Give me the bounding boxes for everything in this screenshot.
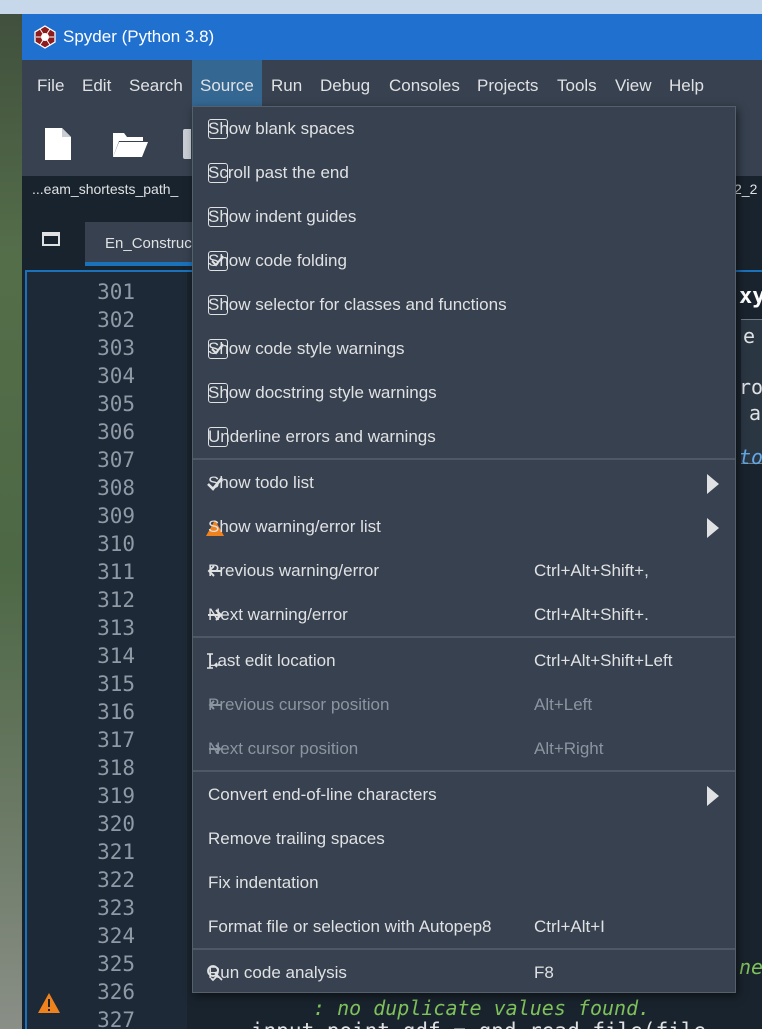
menu-item-show-indent-guides[interactable]: Show indent guides bbox=[193, 195, 735, 239]
line-number: 301 bbox=[97, 280, 135, 304]
menu-item-show-docstring-warnings[interactable]: Show docstring style warnings bbox=[193, 371, 735, 415]
tab-en-construc[interactable]: En_Construc bbox=[85, 222, 205, 266]
spyder-logo-icon bbox=[34, 25, 56, 49]
menu-debug[interactable]: Debug bbox=[312, 60, 378, 112]
line-number: 306 bbox=[97, 420, 135, 444]
menu-item-previous-cursor-position[interactable]: Previous cursor position Alt+Left bbox=[193, 683, 735, 727]
browse-tabs-icon[interactable] bbox=[42, 232, 60, 246]
line-number: 315 bbox=[97, 672, 135, 696]
line-number: 324 bbox=[97, 924, 135, 948]
menu-bar: File Edit Search Source Run Debug Consol… bbox=[22, 60, 762, 112]
menu-projects[interactable]: Projects bbox=[469, 60, 546, 112]
line-number: 318 bbox=[97, 756, 135, 780]
line-number: 304 bbox=[97, 364, 135, 388]
menu-view[interactable]: View bbox=[607, 60, 660, 112]
menu-shortcut: F8 bbox=[534, 963, 554, 982]
menu-shortcut: Ctrl+Alt+Shift+Left bbox=[534, 651, 673, 670]
menu-item-remove-trailing-spaces[interactable]: Remove trailing spaces bbox=[193, 817, 735, 861]
menu-run[interactable]: Run bbox=[263, 60, 310, 112]
menu-item-show-warning-error-list[interactable]: Show warning/error list bbox=[193, 505, 735, 549]
line-number: 310 bbox=[97, 532, 135, 556]
menu-source[interactable]: Source bbox=[192, 60, 262, 112]
file-path-right[interactable]: 2_2 bbox=[734, 181, 757, 197]
line-number: 321 bbox=[97, 840, 135, 864]
menu-search[interactable]: Search bbox=[121, 60, 191, 112]
open-file-button[interactable] bbox=[110, 124, 150, 164]
line-number: 322 bbox=[97, 868, 135, 892]
menu-shortcut: Ctrl+Alt+Shift+, bbox=[534, 561, 649, 580]
menu-edit[interactable]: Edit bbox=[74, 60, 119, 112]
submenu-arrow-icon bbox=[707, 474, 719, 494]
line-number: 326 bbox=[97, 980, 135, 1004]
menu-shortcut: Alt+Left bbox=[534, 695, 593, 714]
title-bar: Spyder (Python 3.8) bbox=[22, 14, 762, 60]
menu-separator bbox=[193, 636, 735, 638]
menu-item-show-selector[interactable]: Show selector for classes and functions bbox=[193, 283, 735, 327]
menu-item-scroll-past-end[interactable]: Scroll past the end bbox=[193, 151, 735, 195]
menu-separator bbox=[193, 458, 735, 460]
menu-item-fix-indentation[interactable]: Fix indentation bbox=[193, 861, 735, 905]
menu-shortcut: Ctrl+Alt+Shift+. bbox=[534, 605, 649, 624]
menu-separator bbox=[193, 948, 735, 950]
line-number: 317 bbox=[97, 728, 135, 752]
line-number: 307 bbox=[97, 448, 135, 472]
menu-file[interactable]: File bbox=[29, 60, 72, 112]
code-fragment: tod bbox=[739, 445, 762, 469]
menu-item-last-edit-location[interactable]: Last edit location Ctrl+Alt+Shift+Left bbox=[193, 639, 735, 683]
line-number: 311 bbox=[97, 560, 135, 584]
menu-item-show-code-style-warnings[interactable]: Show code style warnings bbox=[193, 327, 735, 371]
open-folder-icon bbox=[113, 133, 148, 157]
warning-icon[interactable] bbox=[37, 992, 61, 1014]
code-fragment: e bbox=[743, 324, 756, 348]
new-file-button[interactable] bbox=[38, 124, 78, 164]
menu-item-convert-eol[interactable]: Convert end-of-line characters bbox=[193, 773, 735, 817]
menu-help[interactable]: Help bbox=[661, 60, 712, 112]
menu-item-previous-warning[interactable]: Previous warning/error Ctrl+Alt+Shift+, bbox=[193, 549, 735, 593]
menu-item-run-code-analysis[interactable]: Run code analysis F8 bbox=[193, 951, 735, 995]
code-fragment: xy bbox=[739, 284, 762, 309]
code-comment: : no duplicate values found. bbox=[313, 996, 651, 1020]
line-number: 312 bbox=[97, 588, 135, 612]
menu-item-format-autopep8[interactable]: Format file or selection with Autopep8 C… bbox=[193, 905, 735, 949]
code-fragment: a bbox=[749, 401, 762, 425]
file-path-left[interactable]: ...eam_shortests_path_ bbox=[32, 181, 178, 197]
menu-consoles[interactable]: Consoles bbox=[381, 60, 468, 112]
menu-item-show-blank-spaces[interactable]: Show blank spaces bbox=[193, 107, 735, 151]
submenu-arrow-icon bbox=[707, 518, 719, 538]
code-fragment: ned bbox=[739, 955, 762, 979]
menu-separator bbox=[193, 770, 735, 772]
code-fragment: ro bbox=[739, 375, 762, 399]
source-menu-dropdown: Show blank spaces Scroll past the end Sh… bbox=[192, 106, 736, 993]
menu-item-next-cursor-position[interactable]: Next cursor position Alt+Right bbox=[193, 727, 735, 771]
window-title: Spyder (Python 3.8) bbox=[63, 27, 215, 46]
line-number: 305 bbox=[97, 392, 135, 416]
menu-item-underline-errors[interactable]: Underline errors and warnings bbox=[193, 415, 735, 459]
line-number: 323 bbox=[97, 896, 135, 920]
line-number: 302 bbox=[97, 308, 135, 332]
line-number: 309 bbox=[97, 504, 135, 528]
menu-shortcut: Ctrl+Alt+I bbox=[534, 917, 605, 936]
menu-item-show-code-folding[interactable]: Show code folding bbox=[193, 239, 735, 283]
menu-item-show-todo-list[interactable]: Show todo list bbox=[193, 461, 735, 505]
new-file-icon bbox=[45, 128, 71, 160]
code-line: input_point_gdf = gpd.read_file(file bbox=[251, 1019, 706, 1029]
line-number: 319 bbox=[97, 784, 135, 808]
line-number: 303 bbox=[97, 336, 135, 360]
menu-shortcut: Alt+Right bbox=[534, 739, 604, 758]
submenu-arrow-icon bbox=[707, 786, 719, 806]
save-button-partial[interactable] bbox=[182, 124, 192, 164]
desktop-top-strip bbox=[0, 0, 762, 14]
line-number: 320 bbox=[97, 812, 135, 836]
menu-tools[interactable]: Tools bbox=[549, 60, 605, 112]
line-number: 327 bbox=[97, 1008, 135, 1029]
line-number: 308 bbox=[97, 476, 135, 500]
menu-item-next-warning[interactable]: Next warning/error Ctrl+Alt+Shift+. bbox=[193, 593, 735, 637]
line-number: 313 bbox=[97, 616, 135, 640]
line-number: 314 bbox=[97, 644, 135, 668]
line-number-gutter: 301 302 303 304 305 306 307 308 309 310 … bbox=[27, 272, 187, 1029]
line-number: 325 bbox=[97, 952, 135, 976]
line-number: 316 bbox=[97, 700, 135, 724]
